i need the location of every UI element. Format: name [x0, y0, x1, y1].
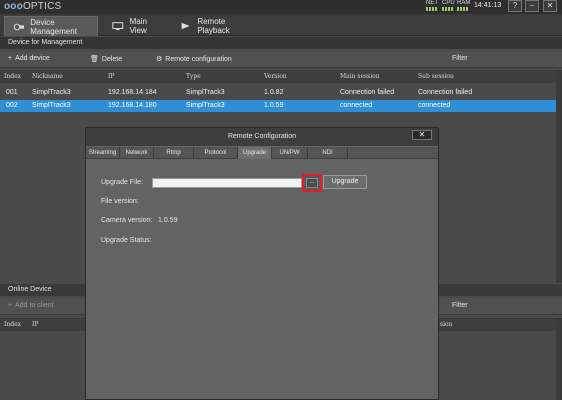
camera-version-value: 1.0.59: [158, 217, 178, 224]
col-type[interactable]: Type: [186, 70, 201, 83]
col-ip[interactable]: IP: [108, 70, 114, 83]
gear-icon: ⚙: [156, 56, 163, 63]
tab-rtmp[interactable]: Rtmp: [154, 147, 194, 159]
device-table-header: Index Nickname IP Type Version Main sess…: [0, 70, 562, 83]
ram-indicator: RAM: [457, 0, 470, 11]
col-online-ip[interactable]: IP: [32, 318, 38, 331]
device-toolbar: + Add device 🗑 Delete ⚙ Remote configura…: [0, 51, 562, 68]
minimize-button[interactable]: –: [525, 0, 539, 12]
net-indicator: NET: [426, 0, 438, 11]
delete-device-button[interactable]: 🗑 Delete: [90, 55, 122, 64]
online-filter[interactable]: Filter: [452, 302, 468, 309]
add-device-button[interactable]: + Add device: [8, 55, 50, 62]
camera-version-label: Camera version:: [101, 217, 153, 224]
plus-icon: +: [8, 302, 13, 309]
tab-device-management[interactable]: Device Management: [4, 16, 98, 36]
browse-file-button-highlight[interactable]: ...: [302, 174, 322, 192]
trash-icon: 🗑: [90, 56, 99, 63]
app-logo: oooOPTICS: [4, 1, 62, 12]
tab-streaming[interactable]: Streaming: [86, 147, 120, 159]
playback-icon: [181, 22, 190, 30]
clock: 14:41:13: [474, 2, 502, 9]
dialog-close-button[interactable]: ✕: [412, 130, 432, 140]
device-section-header: Device for Management: [0, 37, 562, 49]
col-main-session[interactable]: Main session: [340, 70, 380, 83]
col-online-index[interactable]: Index: [4, 318, 21, 331]
device-management-icon: [13, 23, 25, 30]
device-filter[interactable]: Filter: [452, 55, 468, 62]
device-table-scrollbar[interactable]: [556, 70, 562, 283]
upgrade-status-label: Upgrade Status:: [101, 237, 152, 244]
upgrade-file-input[interactable]: [152, 178, 302, 188]
main-tab-bar: Device Management Main View Remote Playb…: [0, 14, 562, 36]
col-index[interactable]: Index: [4, 70, 21, 83]
tab-upgrade[interactable]: Upgrade: [238, 147, 272, 159]
upgrade-file-label: Upgrade File:: [101, 179, 144, 186]
monitor-icon: [112, 22, 124, 31]
tab-protocol[interactable]: Protocol: [194, 147, 238, 159]
table-row[interactable]: 001 SimplTrack3 192.168.14.184 SimplTrac…: [0, 87, 562, 99]
col-nickname[interactable]: Nickname: [32, 70, 63, 83]
browse-file-button[interactable]: ...: [306, 178, 318, 188]
remote-configuration-button[interactable]: ⚙ Remote configuration: [156, 55, 232, 64]
title-bar: oooOPTICS NET CPU RAM 14:41:13 ? – ✕: [0, 0, 562, 14]
table-row-selected[interactable]: 002 SimplTrack3 192.168.14.180 SimplTrac…: [0, 100, 562, 112]
add-to-client-button[interactable]: + Add to client: [8, 302, 54, 309]
tab-main-view[interactable]: Main View: [104, 16, 168, 36]
remote-configuration-dialog: Remote Configuration ✕ Streaming Network…: [85, 127, 439, 400]
file-version-label: File version:: [101, 198, 139, 205]
upgrade-button[interactable]: Upgrade: [323, 175, 367, 189]
tab-remote-playback[interactable]: Remote Playback: [172, 16, 256, 36]
cpu-indicator: CPU: [442, 0, 455, 11]
col-version[interactable]: Version: [264, 70, 287, 83]
plus-icon: +: [8, 55, 13, 62]
close-app-button[interactable]: ✕: [543, 0, 557, 12]
tab-network[interactable]: Network: [120, 147, 154, 159]
dialog-title: Remote Configuration: [86, 128, 438, 146]
col-online-version[interactable]: sion: [440, 318, 452, 331]
col-sub-session[interactable]: Sub session: [418, 70, 454, 83]
dialog-tab-bar: Streaming Network Rtmp Protocol Upgrade …: [86, 147, 438, 159]
online-table-scrollbar[interactable]: [556, 318, 562, 400]
tab-ndi[interactable]: NDI: [308, 147, 348, 159]
tab-unpw[interactable]: UN/PW: [272, 147, 308, 159]
help-button[interactable]: ?: [508, 0, 522, 12]
